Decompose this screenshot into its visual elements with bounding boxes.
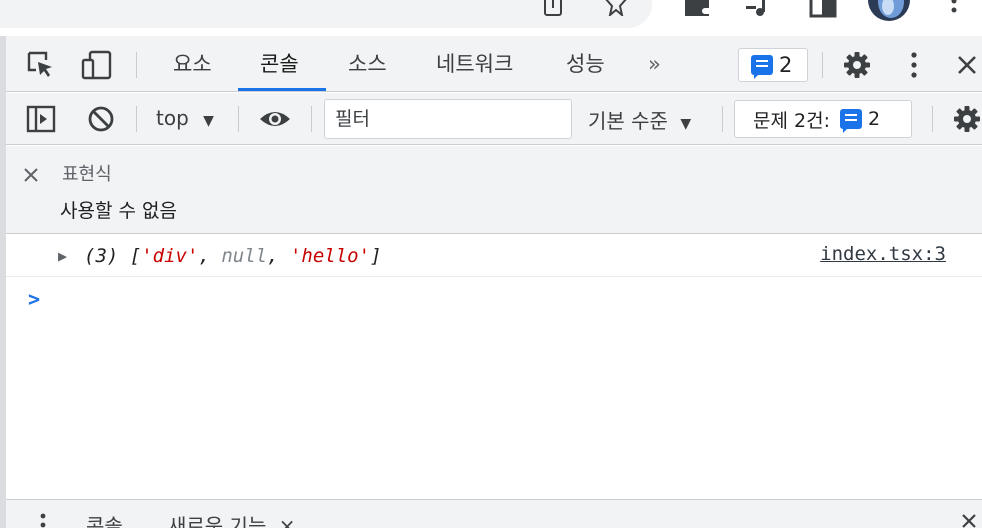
divider <box>136 52 137 78</box>
drawer-tabbar: 콘솔 새로운 기능 × <box>6 499 982 528</box>
divider <box>136 106 137 132</box>
close-drawer-icon[interactable] <box>960 512 978 528</box>
share-icon[interactable] <box>540 0 566 22</box>
profile-avatar[interactable] <box>866 0 912 22</box>
tab-sources[interactable]: 소스 <box>348 36 387 92</box>
drawer-tab-whats-new[interactable]: 새로운 기능 × <box>168 510 295 528</box>
array-item-null: null <box>221 245 268 267</box>
array-length: (3) <box>84 245 119 267</box>
issues-button[interactable]: 문제 2건: 2 <box>734 100 912 138</box>
remove-expression-icon[interactable] <box>22 166 40 188</box>
log-level-label: 기본 수준 <box>588 109 668 133</box>
device-toolbar-icon[interactable] <box>80 50 114 84</box>
drawer-tab-whats-new-label: 새로운 기능 <box>168 514 267 528</box>
sidebar-toggle-icon[interactable] <box>26 105 56 137</box>
context-label: top <box>156 106 189 130</box>
array-close-bracket: ] <box>370 245 382 267</box>
active-tab-indicator <box>238 88 326 91</box>
customize-menu-icon[interactable] <box>906 50 922 84</box>
source-link[interactable]: index.tsx:3 <box>820 243 946 265</box>
issues-label: 문제 2건: <box>753 109 830 132</box>
filter-input[interactable] <box>325 100 571 138</box>
expression-value: 사용할 수 없음 <box>60 200 177 222</box>
media-control-icon[interactable] <box>744 0 774 22</box>
divider <box>722 106 723 132</box>
filter-box <box>324 99 572 139</box>
more-menu-icon[interactable] <box>944 0 964 22</box>
devtools-tabbar: 요소 콘솔 소스 네트워크 성능 » 2 <box>6 36 982 92</box>
settings-gear-icon[interactable] <box>842 50 872 84</box>
live-expression-eye-icon[interactable] <box>258 106 292 136</box>
message-icon <box>839 109 862 133</box>
log-array-preview[interactable]: (3) ['div', null, 'hello'] <box>84 245 382 267</box>
console-output[interactable]: ▶ (3) ['div', null, 'hello'] index.tsx:3… <box>6 235 982 499</box>
tab-performance[interactable]: 성능 <box>566 36 605 92</box>
clear-console-icon[interactable] <box>86 104 116 138</box>
live-expression-panel: 표현식 사용할 수 없음 <box>6 146 982 234</box>
side-panel-icon[interactable] <box>808 0 838 22</box>
close-devtools-icon[interactable] <box>956 54 978 80</box>
more-tabs-button[interactable]: » <box>648 36 661 92</box>
context-selector[interactable]: top ▼ <box>156 106 214 130</box>
divider <box>311 106 312 132</box>
devtools-panel: 요소 콘솔 소스 네트워크 성능 » 2 top ▼ 필터 기본 수준 ▼ 문제… <box>0 36 982 528</box>
dropdown-arrow-icon: ▼ <box>680 116 692 132</box>
console-log-line: ▶ (3) ['div', null, 'hello'] index.tsx:3 <box>6 235 982 277</box>
inspect-element-icon[interactable] <box>26 50 56 84</box>
issues-count: 2 <box>867 108 881 130</box>
tab-elements[interactable]: 요소 <box>173 36 212 92</box>
browser-toolbar <box>0 0 982 36</box>
bookmark-star-icon[interactable] <box>602 0 630 22</box>
extensions-icon[interactable] <box>682 0 714 22</box>
array-separator: , <box>198 245 222 267</box>
console-prompt-icon[interactable]: > <box>28 287 40 311</box>
array-item-string: 'hello' <box>289 245 371 267</box>
array-open-bracket: [ <box>129 245 142 267</box>
tab-network[interactable]: 네트워크 <box>436 36 513 92</box>
messages-count-button[interactable]: 2 <box>738 48 808 82</box>
divider <box>238 106 239 132</box>
console-toolbar: top ▼ 기본 수준 ▼ 문제 2건: 2 <box>6 93 982 145</box>
tab-console[interactable]: 콘솔 <box>260 36 299 92</box>
close-icon[interactable]: × <box>279 514 296 528</box>
expand-triangle-icon[interactable]: ▶ <box>58 247 67 265</box>
console-settings-gear-icon[interactable] <box>952 104 982 138</box>
array-separator: , <box>267 245 290 267</box>
dropdown-arrow-icon: ▼ <box>203 113 214 129</box>
array-item-string: 'div' <box>141 245 199 267</box>
drawer-menu-icon[interactable] <box>38 512 48 528</box>
messages-count: 2 <box>779 53 793 77</box>
divider <box>822 52 823 78</box>
log-level-dropdown[interactable]: 기본 수준 ▼ <box>588 105 691 134</box>
drawer-tab-console[interactable]: 콘솔 <box>86 510 123 528</box>
expression-title[interactable]: 표현식 <box>62 160 112 186</box>
message-icon <box>751 55 773 79</box>
divider <box>932 106 933 132</box>
